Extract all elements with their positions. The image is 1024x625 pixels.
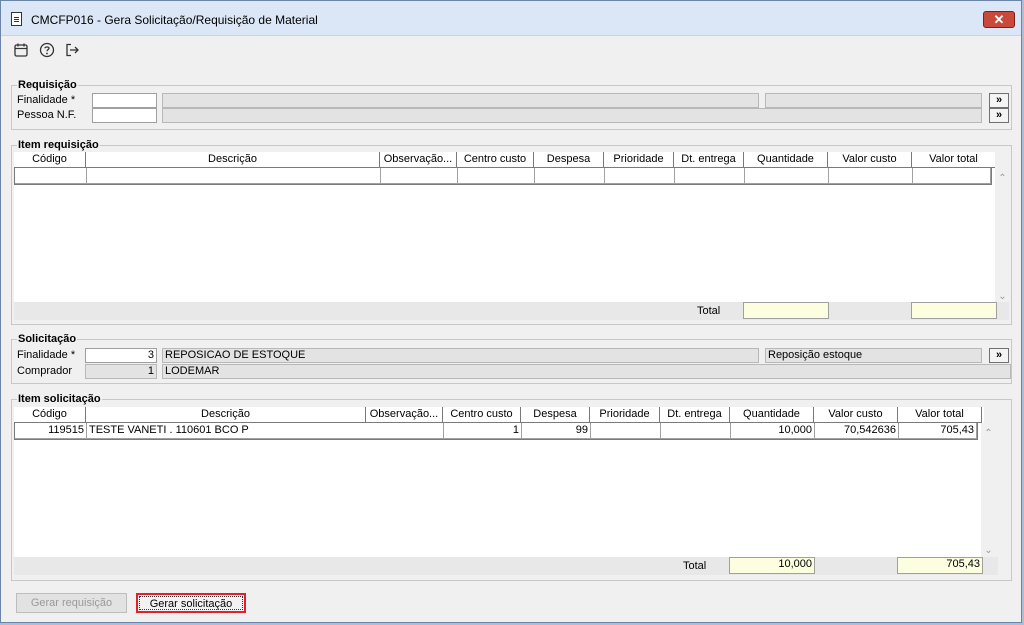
item-requisicao-total-label: Total <box>697 305 721 317</box>
requisicao-finalidade-input[interactable] <box>92 93 157 108</box>
requisicao-finalidade-search-button[interactable]: » <box>989 93 1009 108</box>
scroll-down-icon[interactable]: ⌄ <box>981 544 996 558</box>
document-icon <box>11 12 22 26</box>
item-requisicao-group: Item requisição Código Descrição Observa… <box>11 138 1012 325</box>
cell-descricao[interactable] <box>87 168 381 184</box>
cell-centro-custo[interactable] <box>458 168 535 184</box>
col-codigo[interactable]: Código <box>14 152 86 167</box>
col-valor-total[interactable]: Valor total <box>898 407 982 422</box>
solicitacao-finalidade-search-button[interactable]: » <box>989 348 1009 363</box>
cell-valor-custo[interactable] <box>829 168 913 184</box>
col-centro-custo[interactable]: Centro custo <box>443 407 521 422</box>
item-solicitacao-title: Item solicitação <box>17 392 102 406</box>
table-row[interactable] <box>14 168 992 185</box>
gerar-requisicao-button[interactable]: Gerar requisição <box>16 593 127 613</box>
item-requisicao-total-strip <box>14 302 1009 320</box>
item-solicitacao-total-quantidade: 10,000 <box>729 557 815 574</box>
requisicao-finalidade-label: Finalidade * <box>17 94 76 106</box>
solicitacao-finalidade-desc: REPOSICAO DE ESTOQUE <box>162 348 759 363</box>
requisicao-title: Requisição <box>17 78 78 92</box>
col-valor-custo[interactable]: Valor custo <box>814 407 898 422</box>
cell-dt-entrega[interactable] <box>661 423 731 439</box>
main-window: CMCFP016 - Gera Solicitação/Requisição d… <box>0 0 1022 623</box>
item-requisicao-grid[interactable]: Código Descrição Observação... Centro cu… <box>14 152 1000 306</box>
cell-prioridade[interactable] <box>591 423 661 439</box>
requisicao-finalidade-desc <box>162 93 759 108</box>
solicitacao-comprador-label: Comprador <box>17 365 73 377</box>
requisicao-pessoa-input[interactable] <box>92 108 157 123</box>
item-requisicao-header: Código Descrição Observação... Centro cu… <box>14 152 996 168</box>
col-despesa[interactable]: Despesa <box>534 152 604 167</box>
col-valor-custo[interactable]: Valor custo <box>828 152 912 167</box>
item-requisicao-scrollbar[interactable]: ⌃ ⌄ <box>995 152 1010 302</box>
col-codigo[interactable]: Código <box>14 407 86 422</box>
solicitacao-finalidade-extra: Reposição estoque <box>765 348 982 363</box>
solicitacao-title: Solicitação <box>17 332 78 346</box>
item-requisicao-total-valor <box>911 302 997 319</box>
title-bar: CMCFP016 - Gera Solicitação/Requisição d… <box>1 1 1021 36</box>
col-prioridade[interactable]: Prioridade <box>604 152 674 167</box>
requisicao-pessoa-label: Pessoa N.F. <box>17 109 77 121</box>
requisicao-group: Requisição Finalidade * » Pessoa N.F. » <box>11 78 1012 130</box>
col-observacao[interactable]: Observação... <box>380 152 457 167</box>
cell-quantidade[interactable]: 10,000 <box>731 423 815 439</box>
cell-codigo[interactable]: 119515 <box>15 423 87 439</box>
item-solicitacao-total-strip <box>14 557 998 575</box>
cell-dt-entrega[interactable] <box>675 168 745 184</box>
col-prioridade[interactable]: Prioridade <box>590 407 660 422</box>
cell-valor-total[interactable]: 705,43 <box>899 423 977 439</box>
calendar-icon[interactable] <box>12 42 30 58</box>
toolbar <box>1 36 1021 64</box>
solicitacao-finalidade-input[interactable]: 3 <box>85 348 157 363</box>
table-row[interactable]: 119515 TESTE VANETI . 110601 BCO P 1 99 … <box>14 423 978 440</box>
col-valor-total[interactable]: Valor total <box>912 152 996 167</box>
exit-icon[interactable] <box>63 42 81 58</box>
requisicao-finalidade-extra <box>765 93 982 108</box>
solicitacao-finalidade-label: Finalidade * <box>17 349 76 361</box>
item-solicitacao-group: Item solicitação Código Descrição Observ… <box>11 392 1012 581</box>
help-icon[interactable] <box>38 42 56 58</box>
gerar-solicitacao-button[interactable]: Gerar solicitação <box>136 593 246 613</box>
solicitacao-comprador-name: LODEMAR <box>162 364 1011 379</box>
col-quantidade[interactable]: Quantidade <box>730 407 814 422</box>
cell-codigo[interactable] <box>15 168 87 184</box>
cell-despesa[interactable] <box>535 168 605 184</box>
col-descricao[interactable]: Descrição <box>86 152 380 167</box>
cell-prioridade[interactable] <box>605 168 675 184</box>
close-button[interactable]: ✕ <box>983 11 1015 28</box>
col-dt-entrega[interactable]: Dt. entrega <box>660 407 730 422</box>
col-observacao[interactable]: Observação... <box>366 407 443 422</box>
col-centro-custo[interactable]: Centro custo <box>457 152 534 167</box>
item-solicitacao-grid[interactable]: Código Descrição Observação... Centro cu… <box>14 407 984 557</box>
scroll-up-icon[interactable]: ⌃ <box>995 172 1010 186</box>
item-solicitacao-total-label: Total <box>683 560 707 572</box>
cell-descricao[interactable]: TESTE VANETI . 110601 BCO P <box>87 423 444 439</box>
item-requisicao-title: Item requisição <box>17 138 100 152</box>
col-quantidade[interactable]: Quantidade <box>744 152 828 167</box>
item-solicitacao-scrollbar[interactable]: ⌃ ⌄ <box>981 423 996 558</box>
cell-quantidade[interactable] <box>745 168 829 184</box>
cell-valor-total[interactable] <box>913 168 991 184</box>
col-despesa[interactable]: Despesa <box>521 407 590 422</box>
cell-centro-custo[interactable]: 1 <box>444 423 522 439</box>
requisicao-pessoa-search-button[interactable]: » <box>989 108 1009 123</box>
solicitacao-group: Solicitação Finalidade * 3 REPOSICAO DE … <box>11 332 1012 384</box>
item-requisicao-total-quantidade <box>743 302 829 319</box>
cell-valor-custo[interactable]: 70,542636 <box>815 423 899 439</box>
col-dt-entrega[interactable]: Dt. entrega <box>674 152 744 167</box>
cell-despesa[interactable]: 99 <box>522 423 591 439</box>
item-solicitacao-total-valor: 705,43 <box>897 557 983 574</box>
requisicao-pessoa-desc <box>162 108 982 123</box>
col-descricao[interactable]: Descrição <box>86 407 366 422</box>
item-solicitacao-header: Código Descrição Observação... Centro cu… <box>14 407 982 423</box>
scroll-up-icon[interactable]: ⌃ <box>981 427 996 441</box>
solicitacao-comprador-input[interactable]: 1 <box>85 364 157 379</box>
cell-observacao[interactable] <box>381 168 458 184</box>
window-title: CMCFP016 - Gera Solicitação/Requisição d… <box>31 13 318 27</box>
